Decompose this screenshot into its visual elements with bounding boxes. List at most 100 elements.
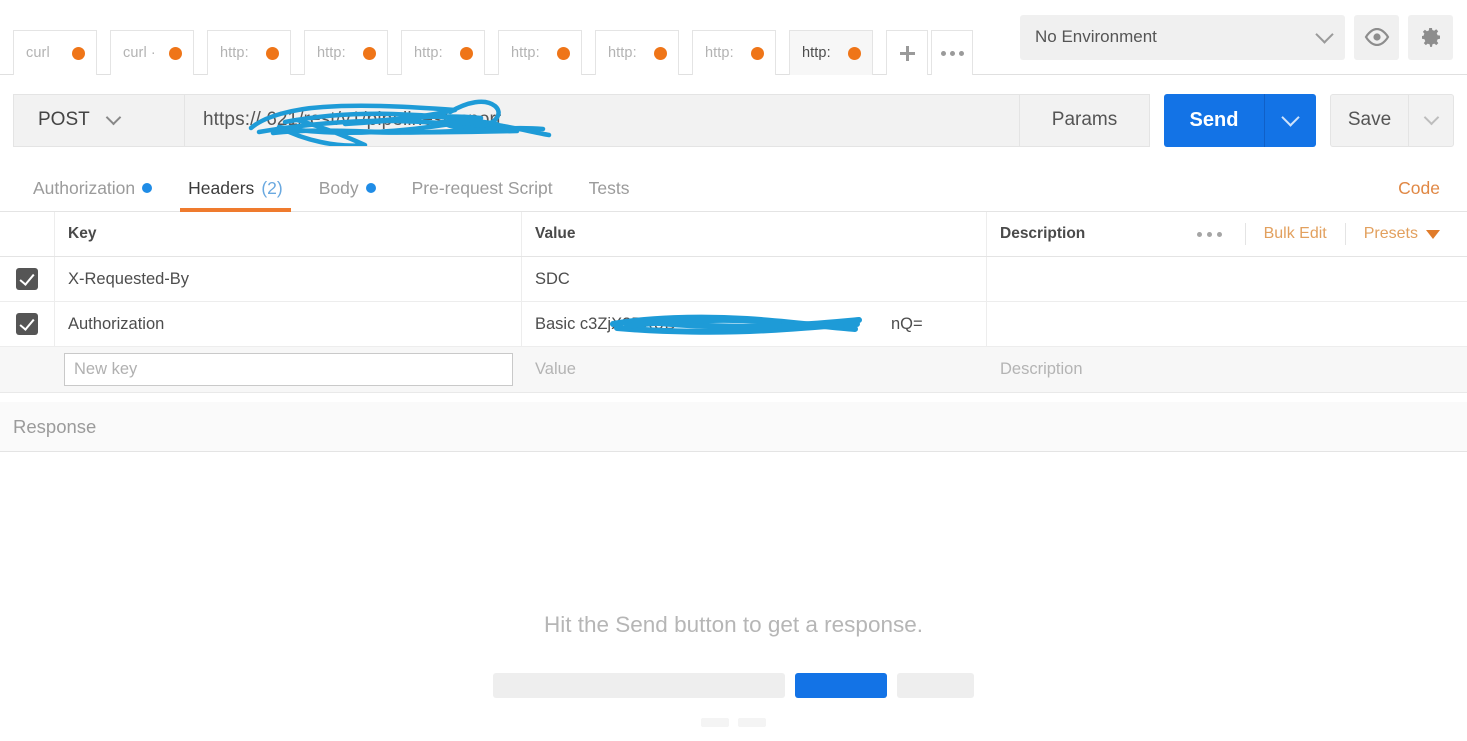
- request-tab-3[interactable]: http:: [304, 30, 388, 75]
- request-tab-2[interactable]: http:: [207, 30, 291, 75]
- new-row-value-cell[interactable]: Value: [522, 347, 987, 392]
- url-bar-row: POST https:// 621/rest/v1/pipelines/impo…: [0, 75, 1467, 165]
- header-key-text: X-Requested-By: [68, 269, 190, 288]
- caret-down-icon: [1426, 229, 1440, 239]
- send-options-button[interactable]: [1264, 93, 1316, 147]
- skeleton-chip: [701, 718, 729, 727]
- tab-authorization[interactable]: Authorization: [15, 165, 170, 212]
- response-empty-state: Hit the Send button to get a response.: [0, 452, 1467, 741]
- table-row: X-Requested-By SDC: [0, 257, 1467, 302]
- chevron-down-icon: [1423, 109, 1439, 126]
- tab-count: (2): [261, 177, 283, 198]
- url-input[interactable]: https:// 621/rest/v1/pipelines/import: [184, 93, 1020, 147]
- blue-dot-icon: [142, 183, 153, 193]
- unsaved-dot-icon: [557, 46, 570, 60]
- tab-body[interactable]: Body: [301, 165, 394, 212]
- column-header-key: Key: [68, 225, 97, 242]
- skeleton-bar-right: [897, 673, 974, 698]
- new-key-input[interactable]: [64, 353, 513, 386]
- unsaved-dot-icon: [363, 46, 376, 60]
- plus-icon: [899, 45, 915, 61]
- tab-headers[interactable]: Headers (2): [170, 165, 301, 212]
- tab-tests[interactable]: Tests: [571, 165, 648, 212]
- save-options-button[interactable]: [1408, 93, 1454, 147]
- response-section-header: Response: [0, 402, 1467, 452]
- skeleton-chip: [738, 718, 766, 727]
- table-row: Authorization Basic c3ZjX3BX3Bxxxxxxxxxx…: [0, 302, 1467, 347]
- row-enabled-checkbox[interactable]: [16, 268, 38, 290]
- save-button[interactable]: Save: [1330, 93, 1408, 147]
- postman-window: curl curl · http: http: http: http: http…: [0, 0, 1467, 741]
- row-description-cell[interactable]: [987, 302, 1467, 346]
- tab-label: Pre-request Script: [411, 177, 553, 198]
- request-tab-1[interactable]: curl ·: [110, 30, 194, 75]
- table-tools: Bulk Edit Presets: [1175, 223, 1467, 245]
- new-value-placeholder: Value: [535, 360, 576, 378]
- header-value-text: Basic c3ZjX3BX3Bxxxxxxxxxxxxxxxxxxxxxxxx…: [535, 314, 923, 333]
- table-more-options-button[interactable]: [1175, 231, 1245, 237]
- tab-overflow-button[interactable]: [931, 30, 973, 75]
- header-value-col: Value: [522, 212, 987, 256]
- settings-button[interactable]: [1408, 14, 1453, 60]
- chevron-down-icon: [1315, 25, 1334, 44]
- header-checkbox-col: [0, 212, 55, 256]
- save-label: Save: [1347, 109, 1392, 130]
- request-tab-label: http:: [705, 45, 734, 61]
- row-key-cell[interactable]: Authorization: [55, 302, 522, 346]
- new-row-key-cell: [55, 347, 522, 392]
- request-tab-label: http:: [511, 45, 540, 61]
- request-tab-5[interactable]: http:: [498, 30, 582, 75]
- request-tab-label: http:: [220, 45, 249, 61]
- environment-area: No Environment: [1005, 0, 1467, 75]
- row-value-cell[interactable]: Basic c3ZjX3BX3Bxxxxxxxxxxxxxxxxxxxxxxxx…: [522, 302, 987, 346]
- request-tab-8-active[interactable]: http:: [789, 30, 873, 75]
- tab-label: Tests: [588, 177, 630, 198]
- response-skeleton-footer: [701, 718, 766, 727]
- environment-selected-label: No Environment: [1035, 27, 1157, 46]
- new-description-placeholder: Description: [1000, 360, 1083, 378]
- environment-quick-look-button[interactable]: [1354, 14, 1399, 60]
- new-tab-button[interactable]: [886, 30, 928, 75]
- request-tab-strip: curl curl · http: http: http: http: http…: [0, 0, 1005, 75]
- request-tab-label: http:: [414, 45, 443, 61]
- new-header-row: Value Description: [0, 347, 1467, 393]
- presets-button[interactable]: Presets: [1346, 225, 1440, 243]
- headers-table: Key Value Description Bulk Edit Presets: [0, 212, 1467, 614]
- unsaved-dot-icon: [751, 46, 764, 60]
- request-tab-4[interactable]: http:: [401, 30, 485, 75]
- response-skeleton: [493, 673, 974, 698]
- http-method-selector[interactable]: POST: [13, 93, 184, 147]
- row-enabled-checkbox[interactable]: [16, 313, 38, 335]
- gear-icon: [1421, 28, 1440, 47]
- send-button-group: Send: [1164, 93, 1316, 147]
- send-button[interactable]: Send: [1164, 93, 1264, 147]
- response-empty-hint: Hit the Send button to get a response.: [543, 612, 923, 637]
- request-tab-6[interactable]: http:: [595, 30, 679, 75]
- presets-label: Presets: [1363, 225, 1418, 242]
- eye-icon: [1364, 28, 1389, 46]
- request-tab-7[interactable]: http:: [692, 30, 776, 75]
- top-bar: curl curl · http: http: http: http: http…: [0, 0, 1467, 75]
- url-text: https:// 621/rest/v1/pipelines/import: [203, 109, 502, 130]
- code-link[interactable]: Code: [1398, 165, 1440, 212]
- save-button-group: Save: [1330, 93, 1454, 147]
- http-method-label: POST: [38, 109, 90, 130]
- row-value-cell[interactable]: SDC: [522, 257, 987, 301]
- column-header-value: Value: [535, 225, 576, 242]
- new-row-description-cell[interactable]: Description: [987, 347, 1467, 392]
- environment-selector[interactable]: No Environment: [1020, 14, 1345, 60]
- new-row-checkbox-cell: [0, 347, 55, 392]
- params-label: Params: [1051, 109, 1118, 130]
- unsaved-dot-icon: [654, 46, 667, 60]
- skeleton-bar-left: [493, 673, 785, 698]
- tab-label: Authorization: [33, 177, 136, 198]
- row-description-cell[interactable]: [987, 257, 1467, 301]
- params-button[interactable]: Params: [1020, 93, 1150, 147]
- unsaved-dot-icon: [460, 46, 473, 60]
- bulk-edit-button[interactable]: Bulk Edit: [1246, 225, 1345, 243]
- row-key-cell[interactable]: X-Requested-By: [55, 257, 522, 301]
- request-tab-0[interactable]: curl: [13, 30, 97, 75]
- tab-pre-request-script[interactable]: Pre-request Script: [394, 165, 571, 212]
- request-tab-label: curl ·: [123, 45, 156, 61]
- response-label: Response: [13, 415, 97, 437]
